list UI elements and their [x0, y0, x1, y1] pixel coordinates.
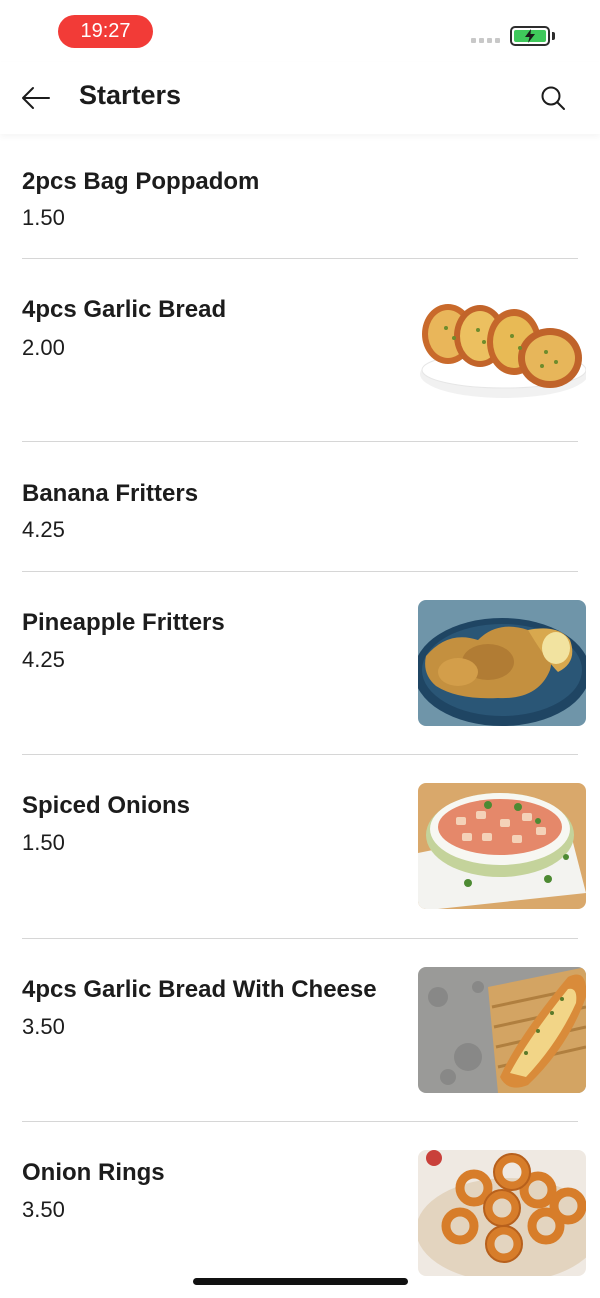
status-bar: 19:27	[0, 0, 600, 62]
menu-list: 2pcs Bag Poppadom 1.50 4pcs Garlic Bread…	[0, 134, 600, 1297]
menu-item-spiced-onions[interactable]: Spiced Onions 1.50	[22, 755, 586, 939]
battery-icon	[510, 26, 550, 46]
item-price: 3.50	[22, 1014, 65, 1039]
item-price: 4.25	[22, 517, 65, 542]
menu-item-pineapple-fritters[interactable]: Pineapple Fritters 4.25	[22, 572, 586, 755]
search-icon	[541, 86, 565, 110]
page-title: Starters	[79, 80, 182, 110]
item-price: 1.50	[22, 830, 65, 855]
item-name: Banana Fritters	[22, 480, 199, 507]
status-time: 19:27	[58, 15, 153, 48]
item-price: 4.25	[22, 647, 65, 672]
item-name: Onion Rings	[22, 1159, 165, 1186]
menu-item-banana-fritters[interactable]: Banana Fritters 4.25	[22, 442, 578, 572]
menu-item-garlic-bread-cheese[interactable]: 4pcs Garlic Bread With Cheese 3.50	[22, 939, 586, 1122]
item-name: 4pcs Garlic Bread	[22, 296, 227, 323]
item-name: Spiced Onions	[22, 792, 191, 819]
arrow-left-icon	[22, 87, 50, 109]
onion-rings-photo	[418, 1150, 586, 1276]
home-indicator	[193, 1278, 408, 1285]
menu-item-garlic-bread[interactable]: 4pcs Garlic Bread 2.00	[22, 259, 586, 442]
pineapple-fritters-photo	[418, 600, 586, 726]
item-price: 1.50	[22, 205, 65, 230]
search-button[interactable]	[533, 78, 573, 118]
menu-item-onion-rings[interactable]: Onion Rings 3.50	[22, 1122, 586, 1297]
item-price: 3.50	[22, 1197, 65, 1222]
menu-item-poppadom[interactable]: 2pcs Bag Poppadom 1.50	[22, 134, 578, 259]
item-name: Pineapple Fritters	[22, 609, 225, 636]
garlic-bread-cheese-photo	[418, 967, 586, 1093]
app-header: Starters	[0, 62, 600, 134]
back-button[interactable]	[16, 78, 56, 118]
item-name: 2pcs Bag Poppadom	[22, 168, 260, 195]
item-name: 4pcs Garlic Bread With Cheese	[22, 976, 377, 1003]
spiced-onions-photo	[418, 783, 586, 909]
item-price: 2.00	[22, 335, 65, 360]
garlic-bread-photo	[418, 288, 586, 414]
signal-icon	[471, 38, 500, 43]
